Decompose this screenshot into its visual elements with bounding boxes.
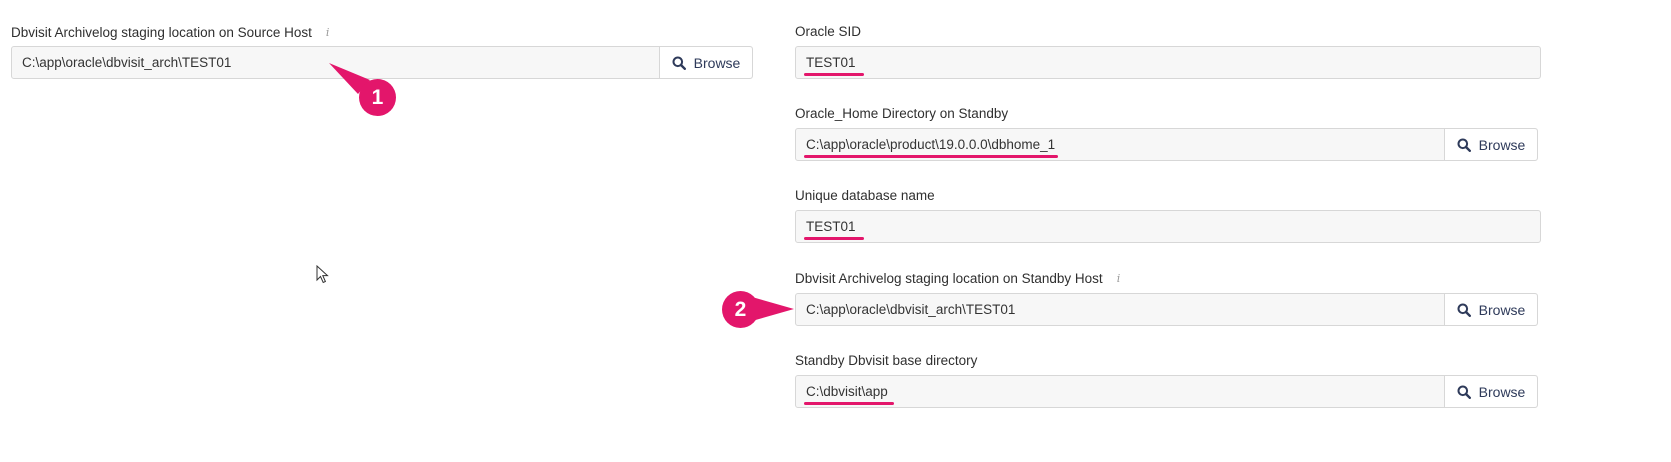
browse-label: Browse <box>1478 136 1526 153</box>
search-icon <box>1457 303 1471 317</box>
source-staging-label: Dbvisit Archivelog staging location on S… <box>11 23 753 43</box>
search-icon <box>672 56 686 70</box>
info-icon[interactable]: i <box>326 23 330 43</box>
unique-db-name-field: Unique database name TEST01 <box>795 186 1541 243</box>
oracle-home-input-group: C:\app\oracle\product\19.0.0.0\dbhome_1 … <box>795 128 1538 161</box>
oracle-sid-field: Oracle SID TEST01 <box>795 22 1541 79</box>
oracle-sid-input-group: TEST01 <box>795 46 1541 79</box>
standby-staging-input[interactable]: C:\app\oracle\dbvisit_arch\TEST01 <box>796 294 1444 325</box>
standby-base-dir-input[interactable]: C:\dbvisit\app <box>796 376 1444 407</box>
standby-staging-value: C:\app\oracle\dbvisit_arch\TEST01 <box>806 302 1016 317</box>
unique-db-name-label-text: Unique database name <box>795 188 935 203</box>
mouse-pointer-icon <box>316 265 329 284</box>
info-icon[interactable]: i <box>1117 269 1121 289</box>
source-staging-label-text: Dbvisit Archivelog staging location on S… <box>11 25 312 40</box>
search-icon <box>1457 385 1471 399</box>
unique-db-name-input-group: TEST01 <box>795 210 1541 243</box>
standby-base-dir-field: Standby Dbvisit base directory C:\dbvisi… <box>795 351 1538 408</box>
standby-staging-browse-button[interactable]: Browse <box>1444 294 1537 325</box>
standby-staging-label: Dbvisit Archivelog staging location on S… <box>795 269 1538 289</box>
oracle-sid-input[interactable]: TEST01 <box>796 47 1540 78</box>
standby-base-dir-label: Standby Dbvisit base directory <box>795 351 1538 371</box>
source-staging-browse-button[interactable]: Browse <box>659 47 752 78</box>
unique-db-name-input[interactable]: TEST01 <box>796 211 1540 242</box>
browse-label: Browse <box>1478 301 1526 318</box>
browse-label: Browse <box>1478 383 1526 400</box>
oracle-sid-label: Oracle SID <box>795 22 1541 42</box>
unique-db-name-value: TEST01 <box>806 219 856 234</box>
standby-base-dir-input-group: C:\dbvisit\app Browse <box>795 375 1538 408</box>
standby-base-dir-browse-button[interactable]: Browse <box>1444 376 1537 407</box>
oracle-home-value: C:\app\oracle\product\19.0.0.0\dbhome_1 <box>806 137 1056 152</box>
browse-label: Browse <box>693 54 741 71</box>
standby-staging-field: Dbvisit Archivelog staging location on S… <box>795 269 1538 326</box>
oracle-home-label-text: Oracle_Home Directory on Standby <box>795 106 1009 121</box>
standby-base-dir-value: C:\dbvisit\app <box>806 384 888 399</box>
oracle-home-browse-button[interactable]: Browse <box>1444 129 1537 160</box>
oracle-sid-label-text: Oracle SID <box>795 24 862 39</box>
oracle-sid-value: TEST01 <box>806 55 856 70</box>
oracle-home-field: Oracle_Home Directory on Standby C:\app\… <box>795 104 1538 161</box>
annotation-badge-1: 1 <box>359 79 396 116</box>
highlight-underline <box>804 155 1058 158</box>
source-staging-field: Dbvisit Archivelog staging location on S… <box>11 23 753 79</box>
standby-base-dir-label-text: Standby Dbvisit base directory <box>795 353 978 368</box>
standby-staging-label-text: Dbvisit Archivelog staging location on S… <box>795 271 1103 286</box>
oracle-home-label: Oracle_Home Directory on Standby <box>795 104 1538 124</box>
annotation-badge-2-text: 2 <box>734 297 747 321</box>
highlight-underline <box>804 73 864 76</box>
unique-db-name-label: Unique database name <box>795 186 1541 206</box>
highlight-underline <box>804 402 894 405</box>
oracle-home-input[interactable]: C:\app\oracle\product\19.0.0.0\dbhome_1 <box>796 129 1444 160</box>
annotation-badge-2: 2 <box>722 291 759 328</box>
highlight-underline <box>804 237 864 240</box>
annotation-badge-1-text: 1 <box>371 85 384 109</box>
search-icon <box>1457 138 1471 152</box>
standby-staging-input-group: C:\app\oracle\dbvisit_arch\TEST01 Browse <box>795 293 1538 326</box>
source-staging-value: C:\app\oracle\dbvisit_arch\TEST01 <box>22 55 232 70</box>
